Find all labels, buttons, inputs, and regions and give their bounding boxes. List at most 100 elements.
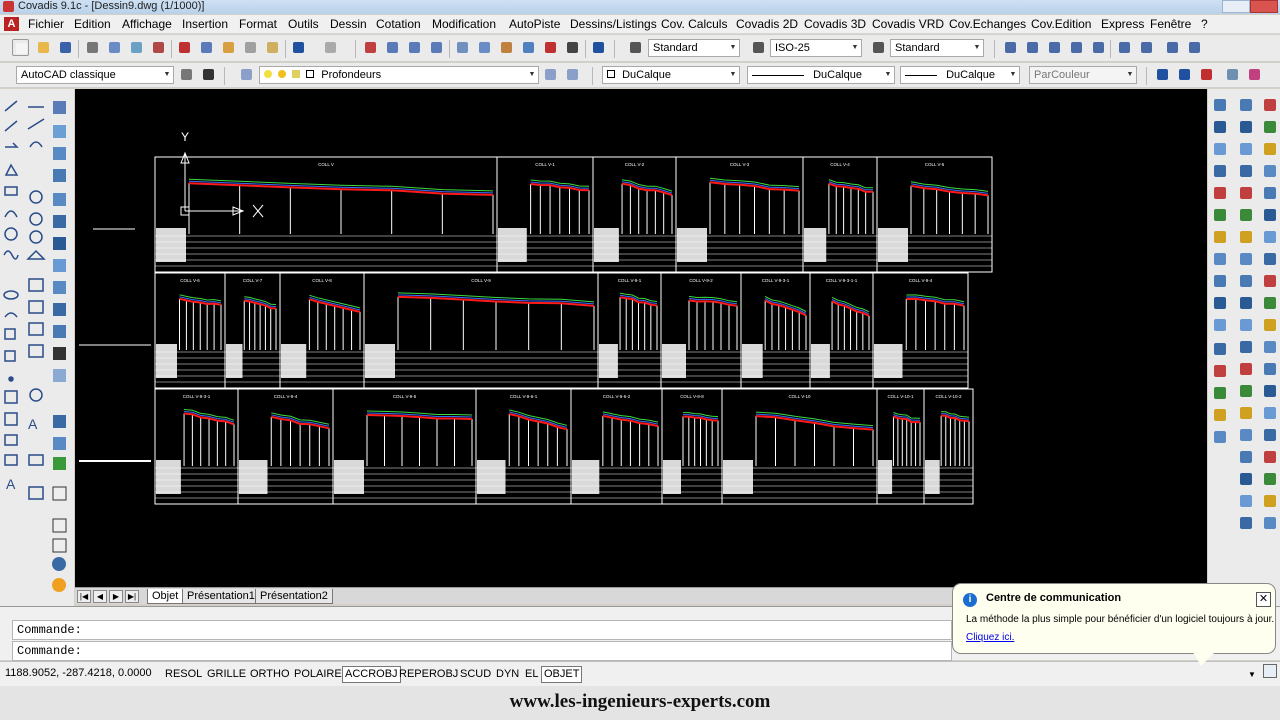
new-icon[interactable]: [12, 39, 29, 56]
tool-icon[interactable]: [1240, 363, 1252, 375]
publish-icon[interactable]: [128, 39, 145, 56]
tool-icon[interactable]: [1214, 343, 1226, 355]
profile-tool-icon[interactable]: [1154, 66, 1171, 83]
tool-icon[interactable]: [1264, 407, 1276, 419]
tool-icon[interactable]: [1240, 231, 1252, 243]
menu-cov-calculs[interactable]: Cov. Calculs: [661, 17, 727, 32]
menu-help[interactable]: ?: [1201, 17, 1208, 32]
menu-autopiste[interactable]: AutoPiste: [509, 17, 560, 32]
status-dyn-button[interactable]: DYN: [493, 666, 522, 683]
tool-icon[interactable]: [1264, 297, 1276, 309]
status-resol-button[interactable]: RESOL: [162, 666, 205, 683]
tool-icon[interactable]: [1240, 385, 1252, 397]
menu-cotation[interactable]: Cotation: [376, 17, 421, 32]
tool-icon[interactable]: [1214, 99, 1226, 111]
menu-covadis-3d[interactable]: Covadis 3D: [804, 17, 866, 32]
workspace-save-icon[interactable]: [200, 66, 217, 83]
tool-icon[interactable]: [1264, 275, 1276, 287]
calculator-icon[interactable]: [564, 39, 581, 56]
zoom-extents-icon[interactable]: [1068, 39, 1085, 56]
tool-icon[interactable]: [1240, 407, 1252, 419]
tool-icon[interactable]: [1264, 187, 1276, 199]
tab-objet[interactable]: Objet: [147, 589, 184, 604]
tool-icon[interactable]: [1264, 517, 1276, 529]
copy-icon[interactable]: [198, 39, 215, 56]
tool-icon[interactable]: [1264, 143, 1276, 155]
menu-affichage[interactable]: Affichage: [122, 17, 172, 32]
tool-icon[interactable]: [1214, 365, 1226, 377]
tool-icon[interactable]: [1214, 231, 1226, 243]
status-ortho-button[interactable]: ORTHO: [247, 666, 293, 683]
tool-icon[interactable]: [1240, 143, 1252, 155]
menu-cov-edition[interactable]: Cov.Edition: [1031, 17, 1091, 32]
zoom-realtime-icon[interactable]: [384, 39, 401, 56]
tool-icon[interactable]: [1264, 451, 1276, 463]
tool-icon[interactable]: [1240, 451, 1252, 463]
tool-icon[interactable]: [1264, 385, 1276, 397]
tool-icon[interactable]: [1214, 319, 1226, 331]
tab-previous-button[interactable]: ◀: [93, 590, 107, 603]
tab-next-button[interactable]: ▶: [109, 590, 123, 603]
tool-icon[interactable]: [1264, 253, 1276, 265]
tool-icon[interactable]: [1214, 121, 1226, 133]
tool-icon[interactable]: [1264, 209, 1276, 221]
tab-presentation2[interactable]: Présentation2: [255, 589, 333, 604]
tool-icon[interactable]: [1264, 165, 1276, 177]
edit-tool-icon[interactable]: [1224, 66, 1241, 83]
tool-icon[interactable]: [1240, 319, 1252, 331]
status-objet-button[interactable]: OBJET: [541, 666, 583, 683]
zoom-all-icon[interactable]: [1046, 39, 1063, 56]
table-style-icon[interactable]: [870, 39, 887, 56]
tool-icon[interactable]: [1264, 319, 1276, 331]
tool-icon[interactable]: [1214, 387, 1226, 399]
tool-icon[interactable]: [1214, 209, 1226, 221]
save-icon[interactable]: [57, 39, 74, 56]
close-icon[interactable]: ✕: [1256, 592, 1271, 607]
tool-palettes-icon[interactable]: [498, 39, 515, 56]
tool-icon[interactable]: [1214, 143, 1226, 155]
dim-style-select[interactable]: ISO-25 ▼: [770, 39, 862, 57]
tool-icon[interactable]: [1214, 187, 1226, 199]
zoom-center-icon[interactable]: [1138, 39, 1155, 56]
preview-icon[interactable]: [106, 39, 123, 56]
linetype-select[interactable]: DuCalque ▼: [747, 66, 895, 84]
table-style-select[interactable]: Standard ▼: [890, 39, 984, 57]
tool-icon[interactable]: [1240, 253, 1252, 265]
tool-icon[interactable]: [1240, 429, 1252, 441]
tool-icon[interactable]: [1240, 495, 1252, 507]
menu-edition[interactable]: Edition: [74, 17, 111, 32]
tool-icon[interactable]: [1240, 341, 1252, 353]
block-editor-icon[interactable]: [264, 39, 281, 56]
tool-icon[interactable]: [1214, 275, 1226, 287]
menu-covadis-vrd[interactable]: Covadis VRD: [872, 17, 944, 32]
tool-icon[interactable]: [1240, 187, 1252, 199]
status-polaire-button[interactable]: POLAIRE: [291, 666, 345, 683]
layer-manager-icon[interactable]: [238, 66, 255, 83]
layer-previous-icon[interactable]: [564, 66, 581, 83]
menu-fenetre[interactable]: Fenêtre: [1150, 17, 1191, 32]
menu-dessin[interactable]: Dessin: [330, 17, 367, 32]
tool-icon[interactable]: [1214, 297, 1226, 309]
menu-dessins-listings[interactable]: Dessins/Listings: [570, 17, 657, 32]
tool-icon[interactable]: [1240, 121, 1252, 133]
command-input[interactable]: Commande:: [12, 641, 952, 661]
menu-format[interactable]: Format: [239, 17, 277, 32]
tool-icon[interactable]: [1264, 429, 1276, 441]
status-el-button[interactable]: EL: [522, 666, 541, 683]
open-icon[interactable]: [35, 39, 52, 56]
minimize-button[interactable]: [1222, 0, 1250, 13]
redo-icon[interactable]: [322, 39, 339, 56]
sheet-set-icon[interactable]: [520, 39, 537, 56]
zoom-previous-icon[interactable]: [428, 39, 445, 56]
tab-presentation1[interactable]: Présentation1: [182, 589, 260, 604]
tool-icon[interactable]: [1214, 165, 1226, 177]
match-properties-icon[interactable]: [242, 39, 259, 56]
tool-icon[interactable]: [1264, 341, 1276, 353]
layout-tool-icon[interactable]: [1246, 66, 1263, 83]
zoom-dynamic-icon[interactable]: [1164, 39, 1181, 56]
markup-icon[interactable]: [542, 39, 559, 56]
tool-icon[interactable]: [1264, 495, 1276, 507]
right-toolbar-icons[interactable]: [1208, 89, 1280, 608]
zoom-window2-icon[interactable]: [1186, 39, 1203, 56]
undo-icon[interactable]: [290, 39, 307, 56]
